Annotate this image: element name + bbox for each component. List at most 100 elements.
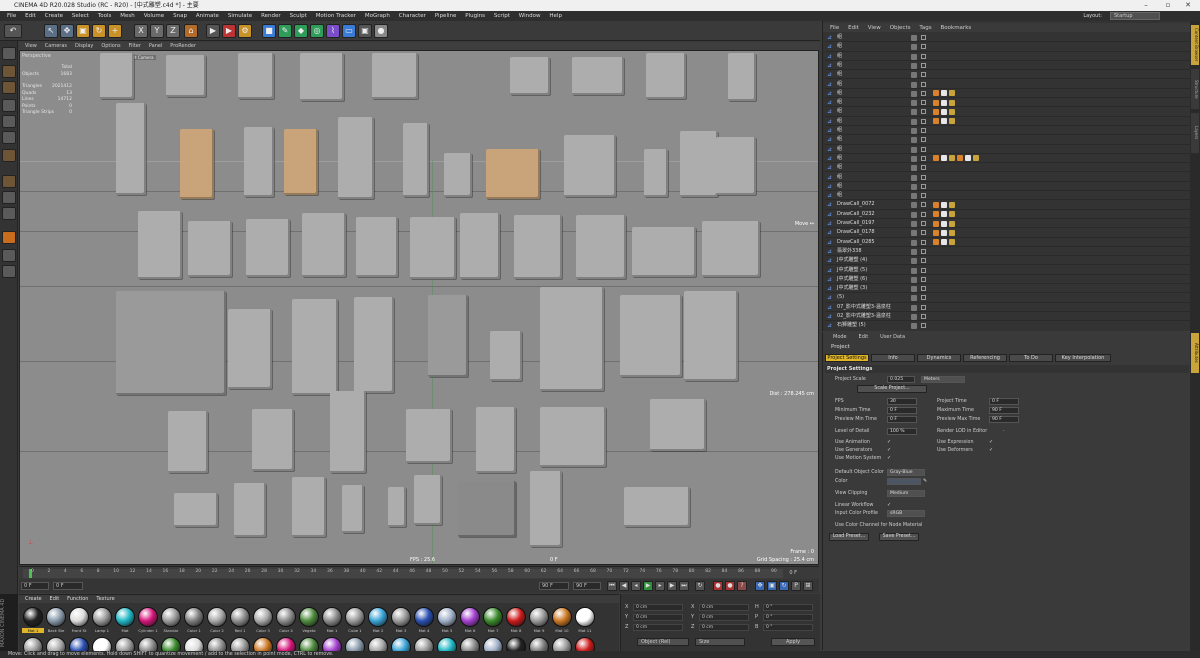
sculpture[interactable] [572,57,624,95]
object-row[interactable]: ⊿ 组 [825,154,1191,164]
snap-icon[interactable] [2,207,16,220]
stone-lantern[interactable] [180,129,214,199]
position-x-field[interactable]: 0 cm [633,604,683,611]
material-swatch[interactable] [322,607,342,627]
enable-check-icon[interactable] [921,221,926,226]
material-swatch[interactable] [92,607,112,627]
enable-check-icon[interactable] [921,304,926,310]
object-row[interactable]: ⊿ 02_影中式雕塑3-温泉柱 [825,312,1191,322]
max-frame-field[interactable]: 90 F [573,582,601,590]
tab-layers[interactable]: Layers [1191,113,1199,153]
material-swatch[interactable] [184,607,204,627]
stone-cauldron[interactable] [702,221,760,277]
rotation-b-field[interactable]: 0 ° [763,624,813,631]
tweak-mode-icon[interactable] [2,191,16,204]
visibility-dots-icon[interactable] [911,35,917,41]
visibility-dots-icon[interactable] [911,314,917,320]
close-icon[interactable]: ✕ [1178,0,1198,11]
stone-stele[interactable] [576,215,626,279]
render-settings-button[interactable]: ⚙ [238,24,252,38]
enable-check-icon[interactable] [921,44,926,50]
visibility-dots-icon[interactable] [911,295,917,302]
scale-tool-button[interactable]: ▣ [76,24,90,38]
menu-snap[interactable]: Snap [173,11,187,21]
menu-help[interactable]: Help [549,11,562,21]
y-axis-button[interactable]: Y [150,24,164,38]
save-preset-button[interactable]: Save Preset... [879,533,919,541]
menu-pipeline[interactable]: Pipeline [435,11,457,21]
soft-selection-icon[interactable] [2,231,16,244]
tab-project-settings[interactable]: Project Settings [825,354,869,362]
material-swatch[interactable] [483,607,503,627]
menu-motion-tracker[interactable]: Motion Tracker [316,11,356,21]
sculpture[interactable] [728,53,756,101]
viewport-menu-display[interactable]: Display [75,43,93,49]
cube-icon[interactable]: ■ [262,24,276,38]
enable-check-icon[interactable] [921,100,926,106]
material-tag-icon[interactable] [933,211,939,218]
stone-arch[interactable] [624,487,690,527]
object-row[interactable]: ⊿ 组 [825,117,1191,126]
autokey-icon[interactable]: ● [725,581,735,591]
stone-lantern[interactable] [414,475,442,525]
material-tag-icon[interactable] [965,155,971,162]
make-editable-icon[interactable] [2,47,16,60]
linear-workflow-checkbox[interactable]: ✓ [887,503,892,508]
stone-lantern[interactable] [244,127,274,197]
size-z-field[interactable]: 0 cm [699,624,749,631]
stone-lantern[interactable] [284,129,318,195]
sculpture[interactable] [510,57,550,95]
visibility-dots-icon[interactable] [911,323,917,329]
coin-statue[interactable] [252,409,294,471]
object-row[interactable]: ⊿ 组 [825,33,1191,43]
3d-viewport[interactable]: Perspective Default Camera Total Objects… [19,50,819,565]
object-row[interactable]: ⊿ 组 [825,89,1191,99]
minimize-icon[interactable]: – [1136,0,1156,11]
size-y-field[interactable]: 0 cm [699,614,749,621]
material-swatch[interactable] [299,607,319,627]
viewport-menu-filter[interactable]: Filter [129,43,141,49]
use-expression-checkbox[interactable]: ✓ [989,440,994,445]
load-preset-button[interactable]: Load Preset... [829,533,869,541]
visibility-dots-icon[interactable] [911,258,917,265]
om-menu-edit[interactable]: Edit [848,25,859,31]
tab-info[interactable]: Info [871,354,915,362]
sculpture[interactable] [372,53,418,99]
material-swatch[interactable] [69,607,89,627]
current-frame-field[interactable]: 0 F [21,582,49,590]
material-swatch[interactable] [506,607,526,627]
scale-project-button[interactable]: Scale Project... [857,385,927,393]
material-tag-icon[interactable] [933,99,939,106]
coin-statue[interactable] [540,407,606,467]
stone-pillar[interactable] [330,391,366,473]
enable-check-icon[interactable] [921,109,926,115]
lion-statue[interactable] [620,295,682,377]
play-icon[interactable]: ▶ [643,581,653,591]
enable-check-icon[interactable] [921,230,926,236]
stone-lantern[interactable] [388,487,406,527]
menu-render[interactable]: Render [261,11,281,21]
edges-mode-icon[interactable] [2,115,16,128]
stone-stele[interactable] [246,219,290,277]
go-to-end-icon[interactable]: ⏭ [679,581,689,591]
warrior-statue[interactable] [476,407,516,473]
keyframe-selection-icon[interactable]: ? [737,581,747,591]
sculpture[interactable] [166,55,206,97]
menu-character[interactable]: Character [399,11,426,21]
material-tag-icon[interactable] [941,118,947,125]
material-tag-icon[interactable] [941,239,947,246]
stone-pillar[interactable] [716,137,756,195]
object-row[interactable]: ⊿ 组 [825,61,1191,71]
material-swatch[interactable] [161,607,181,627]
visibility-dots-icon[interactable] [911,118,917,125]
stone-stele[interactable] [188,221,232,277]
material-swatch[interactable] [230,607,250,627]
visibility-dots-icon[interactable] [911,183,917,190]
material-swatch[interactable] [575,607,595,627]
key-parameter-icon[interactable]: P [791,581,801,591]
project-time-field[interactable]: 0 F [989,398,1019,405]
object-row[interactable]: ⊿ 组 [825,70,1191,80]
stone-lantern[interactable] [403,123,429,197]
visibility-dots-icon[interactable] [911,146,917,153]
visibility-dots-icon[interactable] [911,267,917,274]
